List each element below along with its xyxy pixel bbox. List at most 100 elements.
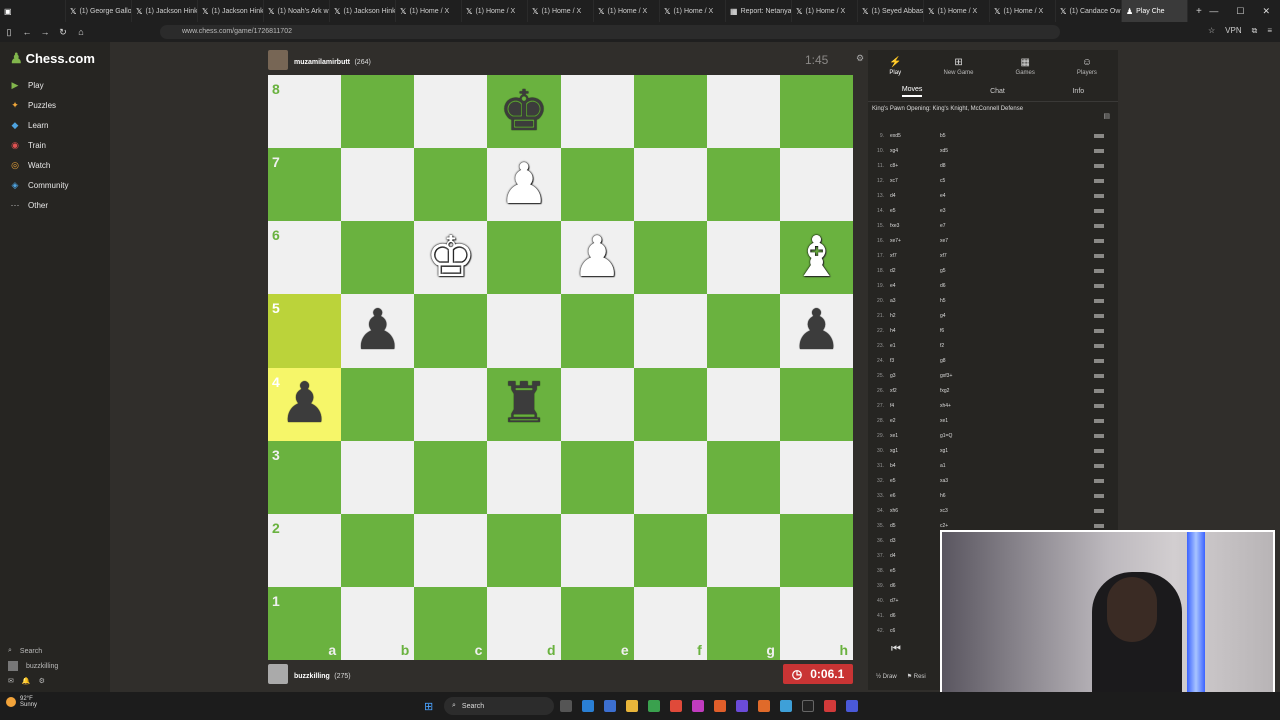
sub-tab-moves[interactable]: Moves xyxy=(901,86,923,97)
sidebar-item-puzzles[interactable]: ✦ Puzzles xyxy=(0,95,110,115)
square-b5[interactable]: ♟ xyxy=(341,294,415,368)
chess-board[interactable]: 8 ♚ 7 ♟ 6 ♚ ♟ ♝ 5 ♟ ♟ 4 ♟ ♜ 3 2 1 a b c d e f g h xyxy=(268,75,853,660)
square-c3[interactable] xyxy=(414,440,488,514)
panel-tab-play[interactable]: ⚡ Play xyxy=(889,57,901,76)
sidebar-toggle-icon[interactable]: ▯ xyxy=(0,27,18,38)
square-g1[interactable]: g xyxy=(706,586,780,660)
browser-tab[interactable]: ▦ Report: Netanya xyxy=(726,0,792,22)
browser-tab[interactable]: 𝕏 (1) Noah's Ark w xyxy=(264,0,330,22)
black-move[interactable]: fxg2 xyxy=(940,388,1030,394)
browser-tab[interactable]: 𝕏 (1) Jackson Hink xyxy=(132,0,198,22)
square-d2[interactable] xyxy=(487,513,561,587)
square-g7[interactable] xyxy=(706,148,780,222)
black-move[interactable]: xf7 xyxy=(940,253,1030,259)
reload-icon[interactable]: ↻ xyxy=(54,27,72,38)
player-avatar[interactable] xyxy=(268,664,288,684)
white-move[interactable]: d6 xyxy=(890,583,940,589)
white-move[interactable]: xf7 xyxy=(890,253,940,259)
sidebar-search[interactable]: ⌕ Search xyxy=(0,644,110,658)
black-move[interactable]: c5 xyxy=(940,178,1030,184)
black-move[interactable]: xh4+ xyxy=(940,403,1030,409)
app-icon[interactable] xyxy=(758,700,770,712)
square-h7[interactable] xyxy=(779,148,853,222)
sidebar-item-watch[interactable]: ◎ Watch xyxy=(0,155,110,175)
black-move[interactable]: xd5 xyxy=(940,148,1030,154)
app-icon[interactable] xyxy=(824,700,836,712)
square-f4[interactable] xyxy=(633,367,707,441)
browser-tab[interactable]: 𝕏 (1) Candace Ow xyxy=(1056,0,1122,22)
black-move[interactable]: d8 xyxy=(940,163,1030,169)
taskbar-search[interactable]: ⌕ Search xyxy=(444,697,554,715)
resign-button[interactable]: ⚑ Resi xyxy=(907,673,926,680)
square-c6[interactable]: ♚ xyxy=(414,221,488,295)
white-move[interactable]: b4 xyxy=(890,463,940,469)
sub-tab-chat[interactable]: Chat xyxy=(990,88,1005,95)
square-d1[interactable]: d xyxy=(487,586,561,660)
white-move[interactable]: e5 xyxy=(890,568,940,574)
notifications-icon[interactable]: 🔔 xyxy=(22,677,31,685)
square-h5[interactable]: ♟ xyxy=(779,294,853,368)
black-move[interactable]: d6 xyxy=(940,283,1030,289)
square-c8[interactable] xyxy=(414,75,488,149)
white-move[interactable]: xh6 xyxy=(890,508,940,514)
black-move[interactable]: g8 xyxy=(940,358,1030,364)
white-move[interactable]: e5 xyxy=(890,478,940,484)
white-move[interactable]: fxe3 xyxy=(890,223,940,229)
white-move[interactable]: h2 xyxy=(890,313,940,319)
tab-actions[interactable]: ▣ xyxy=(0,0,66,22)
black-move[interactable]: xg1 xyxy=(940,448,1030,454)
browser-tab[interactable]: 𝕏 (1) Seyed Abbas xyxy=(858,0,924,22)
white-pawn[interactable]: ♟ xyxy=(499,156,549,213)
sidebar-item-train[interactable]: ◉ Train xyxy=(0,135,110,155)
square-e8[interactable] xyxy=(560,75,634,149)
black-move[interactable]: h5 xyxy=(940,298,1030,304)
white-move[interactable]: d7+ xyxy=(890,598,940,604)
close-icon[interactable]: ✕ xyxy=(1262,6,1270,17)
browser-icon[interactable] xyxy=(714,700,726,712)
square-b4[interactable] xyxy=(341,367,415,441)
black-move[interactable]: xc3 xyxy=(940,508,1030,514)
bookmark-icon[interactable]: ☆ xyxy=(1208,26,1215,36)
browser-tab[interactable]: 𝕏 (1) Jackson Hink xyxy=(198,0,264,22)
black-king[interactable]: ♚ xyxy=(499,83,549,140)
square-g4[interactable] xyxy=(706,367,780,441)
sidebar-user[interactable]: buzzkilling xyxy=(0,658,110,674)
square-f1[interactable]: f xyxy=(633,586,707,660)
sidebar-item-learn[interactable]: ◆ Learn xyxy=(0,115,110,135)
square-b6[interactable] xyxy=(341,221,415,295)
square-f3[interactable] xyxy=(633,440,707,514)
black-move[interactable]: h6 xyxy=(940,493,1030,499)
white-move[interactable]: d4 xyxy=(890,553,940,559)
white-move[interactable]: e1 xyxy=(890,343,940,349)
browser-tab[interactable]: ♟ Play Che xyxy=(1122,0,1188,22)
square-e5[interactable] xyxy=(560,294,634,368)
square-e1[interactable]: e xyxy=(560,586,634,660)
square-d4[interactable]: ♜ xyxy=(487,367,561,441)
white-move[interactable]: a3 xyxy=(890,298,940,304)
panel-tab-games[interactable]: ▦ Games xyxy=(1016,57,1035,76)
black-move[interactable]: gxf3+ xyxy=(940,373,1030,379)
white-move[interactable]: xg4 xyxy=(890,148,940,154)
white-move[interactable]: c6 xyxy=(890,628,940,634)
square-f5[interactable] xyxy=(633,294,707,368)
app-icon[interactable] xyxy=(780,700,792,712)
browser-tab[interactable]: 𝕏 (1) Home / X xyxy=(396,0,462,22)
square-f7[interactable] xyxy=(633,148,707,222)
url-field[interactable]: www.chess.com/game/1726811702 xyxy=(160,25,1060,39)
browser-tab[interactable]: 𝕏 (1) Home / X xyxy=(528,0,594,22)
black-pawn[interactable]: ♟ xyxy=(791,302,841,359)
browser-tab[interactable]: 𝕏 (1) Home / X xyxy=(462,0,528,22)
square-h1[interactable]: h xyxy=(779,586,853,660)
square-e7[interactable] xyxy=(560,148,634,222)
white-move[interactable]: exd5 xyxy=(890,133,940,139)
messages-icon[interactable]: ✉ xyxy=(8,677,14,685)
black-move[interactable]: f2 xyxy=(940,343,1030,349)
square-a7[interactable]: 7 xyxy=(268,148,342,222)
white-move[interactable]: xe1 xyxy=(890,433,940,439)
browser-tab[interactable]: 𝕏 (1) George Gallo xyxy=(66,0,132,22)
square-b2[interactable] xyxy=(341,513,415,587)
white-move[interactable]: d6 xyxy=(890,613,940,619)
square-c7[interactable] xyxy=(414,148,488,222)
square-e6[interactable]: ♟ xyxy=(560,221,634,295)
white-move[interactable]: d4 xyxy=(890,193,940,199)
